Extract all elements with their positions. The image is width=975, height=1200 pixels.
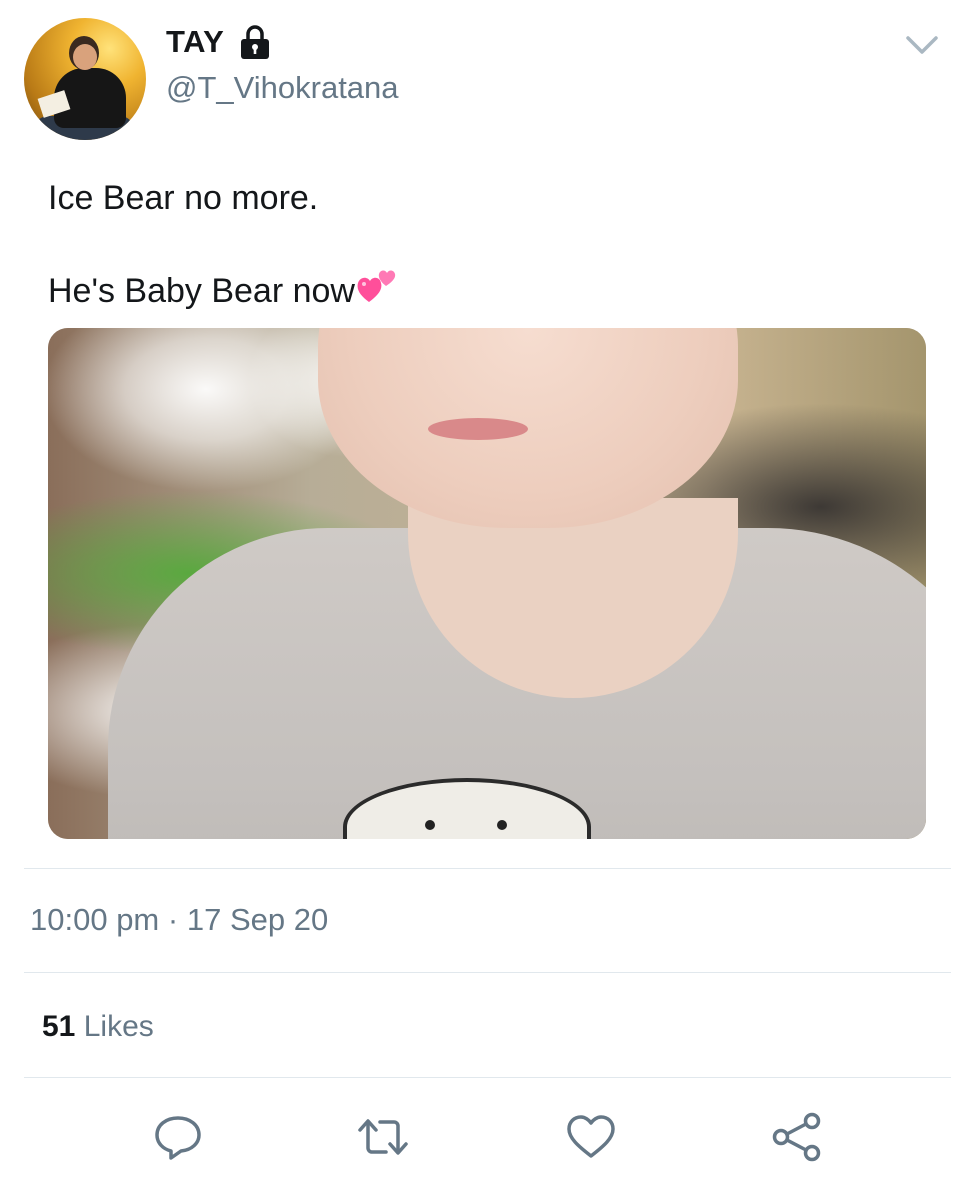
share-icon [772,1112,821,1162]
heart-icon [567,1115,615,1158]
chevron-down-icon[interactable] [904,30,940,60]
divider [24,868,951,869]
share-button[interactable] [770,1110,824,1164]
name-row: TAY [166,24,272,60]
two-hearts-emoji-icon [357,270,396,302]
like-button[interactable] [564,1110,618,1164]
tweet-time: 10:00 pm [30,902,160,937]
reply-button[interactable] [151,1110,205,1164]
tweet-text: Ice Bear no more. He's Baby Bear now [48,178,928,311]
divider [24,1077,951,1078]
likes-stat[interactable]: 51 Likes [42,1010,154,1044]
likes-count: 51 [42,1010,76,1043]
tweet-text-line-2-text: He's Baby Bear now [48,272,355,310]
divider [24,972,951,973]
display-name[interactable]: TAY [166,24,224,60]
tweet-card: TAY @T_Vihokratana Ice Bear no more. He'… [0,0,975,1200]
avatar[interactable] [24,18,146,140]
timestamp: 10:00 pm · 17 Sep 20 [30,902,328,938]
retweet-button[interactable] [356,1110,410,1164]
tweet-text-line-1: Ice Bear no more. [48,179,319,217]
user-handle[interactable]: @T_Vihokratana [166,70,399,106]
timestamp-separator: · [167,902,179,937]
reply-icon [155,1116,201,1160]
retweet-icon [358,1119,408,1155]
tweet-date: 17 Sep 20 [186,902,329,937]
tweet-photo[interactable] [48,328,926,839]
tweet-text-line-2: He's Baby Bear now [48,266,928,311]
likes-label: Likes [83,1010,154,1043]
lock-icon [241,25,270,59]
